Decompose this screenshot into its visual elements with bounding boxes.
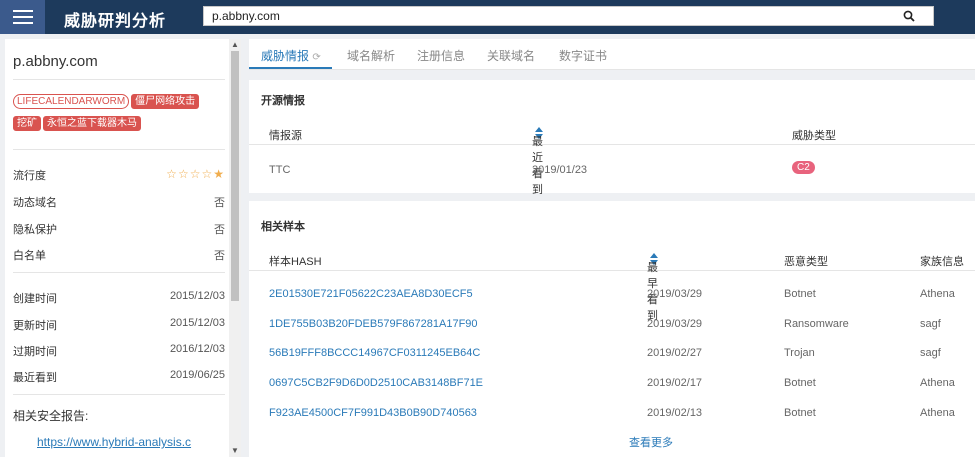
col-source: 情报源	[269, 130, 302, 142]
active-tab-indicator	[249, 67, 332, 69]
star-empty-icon: ☆	[201, 167, 214, 181]
cell-family: Athena	[920, 377, 955, 389]
tab-threat-intel[interactable]: 威胁情报 ⟳	[261, 47, 321, 64]
refresh-icon: ⟳	[312, 52, 321, 63]
hash-link[interactable]: 1DE755B03B20FDEB579F867281A17F90	[269, 318, 478, 330]
menu-icon[interactable]	[0, 0, 45, 34]
tag-lifecalendarworm: LIFECALENDARWORM	[13, 94, 130, 109]
cell-first-seen: 2019/02/27	[647, 347, 703, 359]
attr-dynamic-dns: 动态域名 否	[13, 194, 225, 210]
open-intel-section: 开源情报 情报源 最近看到 威胁类型 TTC 2019/01/23 C2	[249, 80, 975, 196]
hash-link[interactable]: 2E01530E721F05622C23AEA8D30ECF5	[269, 288, 473, 300]
table-header: 情报源 最近看到 威胁类型	[249, 121, 975, 196]
tab-certificates[interactable]: 数字证书	[559, 47, 607, 64]
attr-value: 否	[214, 197, 225, 209]
divider	[13, 149, 225, 150]
tab-related-domains[interactable]: 关联域名	[487, 47, 535, 64]
view-more-link[interactable]: 查看更多	[629, 434, 673, 450]
cell-family: sagf	[920, 347, 941, 359]
date-expires: 过期时间 2016/12/03	[13, 343, 225, 359]
date-label: 过期时间	[13, 346, 57, 358]
scroll-down-icon[interactable]: ▼	[231, 446, 239, 456]
attr-whitelist: 白名单 否	[13, 247, 225, 263]
attr-label: 隐私保护	[13, 224, 57, 236]
date-label: 更新时间	[13, 320, 57, 332]
section-title: 相关样本	[261, 221, 305, 233]
cell-family: sagf	[920, 318, 941, 330]
hash-link[interactable]: 56B19FFF8BCCC14967CF0311245EB64C	[269, 347, 480, 359]
attr-label: 白名单	[13, 250, 46, 262]
top-bar: 威胁研判分析	[0, 0, 975, 34]
col-threat-type: 威胁类型	[792, 130, 836, 142]
cell-first-seen: 2019/02/17	[647, 377, 703, 389]
divider	[13, 79, 225, 80]
attr-label: 动态域名	[13, 197, 57, 209]
cell-type: Ransomware	[784, 318, 849, 330]
cell-type: Botnet	[784, 377, 816, 389]
domain-title: p.abbny.com	[13, 53, 98, 70]
date-created: 创建时间 2015/12/03	[13, 290, 225, 306]
search-icon[interactable]	[903, 10, 915, 22]
tab-dns[interactable]: 域名解析	[347, 47, 395, 64]
divider	[13, 272, 225, 273]
tag-mining: 挖矿	[13, 116, 41, 131]
date-value: 2016/12/03	[169, 343, 225, 355]
date-updated: 更新时间 2015/12/03	[13, 317, 225, 333]
cell-source: TTC	[269, 164, 291, 176]
cell-first-seen: 2019/02/13	[647, 407, 703, 419]
star-empty-icon: ☆	[166, 167, 178, 181]
cell-last-seen: 2019/01/23	[532, 164, 588, 176]
scrollbar[interactable]: ▲ ▼	[229, 39, 241, 457]
threat-badge: C2	[792, 161, 815, 174]
app-title: 威胁研判分析	[64, 13, 167, 30]
col-last-seen[interactable]: 最近看到	[532, 127, 543, 196]
date-value: 2019/06/25	[169, 369, 225, 381]
tag-eternalblue-downloader: 永恒之蓝下载器木马	[43, 116, 141, 131]
col-first-seen[interactable]: 最早看到	[647, 253, 658, 322]
col-hash: 样本HASH	[269, 256, 322, 268]
tab-bar: 威胁情报 ⟳ 域名解析 注册信息 关联域名 数字证书	[249, 39, 975, 70]
related-samples-section: 相关样本 样本HASH 最早看到 恶意类型 家族信息 2E01530E721F0…	[249, 201, 975, 457]
attr-value: 否	[214, 250, 225, 262]
hash-link[interactable]: F923AE4500CF7F991D43B0B90D740563	[269, 407, 477, 419]
cell-type: Trojan	[784, 347, 815, 359]
tab-label: 威胁情报	[261, 49, 310, 63]
star-empty-icon: ☆	[189, 167, 202, 181]
scroll-thumb[interactable]	[231, 51, 239, 301]
search-input[interactable]	[204, 7, 894, 25]
star-empty-icon: ☆	[177, 167, 190, 181]
popularity-stars: ☆☆☆☆★	[166, 167, 225, 181]
cell-type: Botnet	[784, 407, 816, 419]
hash-link[interactable]: 0697C5CB2F9D6D0D2510CAB3148BF71E	[269, 377, 483, 389]
cell-first-seen: 2019/03/29	[647, 288, 703, 300]
scroll-up-icon[interactable]: ▲	[231, 40, 239, 50]
cell-family: Athena	[920, 407, 955, 419]
attr-label: 流行度	[13, 170, 46, 182]
attr-value: 否	[214, 224, 225, 236]
col-family: 家族信息	[920, 256, 964, 268]
table-header: 样本HASH 最早看到 恶意类型 家族信息	[249, 247, 975, 322]
col-malware-type: 恶意类型	[784, 256, 828, 268]
star-filled-icon: ★	[213, 167, 225, 181]
domain-summary-panel: p.abbny.com LIFECALENDARWORM 僵尸网络攻击挖矿 永恒之蓝…	[5, 39, 241, 457]
report-link[interactable]: https://www.hybrid-analysis.c	[37, 435, 191, 449]
divider	[13, 394, 225, 395]
tab-whois[interactable]: 注册信息	[417, 47, 465, 64]
date-label: 最近看到	[13, 372, 57, 384]
cell-family: Athena	[920, 288, 955, 300]
attr-popularity: 流行度 ☆☆☆☆★	[13, 167, 225, 183]
cell-type: Botnet	[784, 288, 816, 300]
reports-title: 相关安全报告:	[13, 409, 89, 423]
search-box[interactable]	[203, 6, 934, 26]
date-value: 2015/12/03	[169, 290, 225, 302]
section-title: 开源情报	[261, 95, 305, 107]
date-value: 2015/12/03	[169, 317, 225, 329]
tag-list: LIFECALENDARWORM 僵尸网络攻击挖矿 永恒之蓝下载器木马	[13, 91, 225, 135]
tag-botnet-attack: 僵尸网络攻击	[131, 94, 200, 109]
attr-privacy: 隐私保护 否	[13, 221, 225, 237]
cell-first-seen: 2019/03/29	[647, 318, 703, 330]
date-last-seen: 最近看到 2019/06/25	[13, 369, 225, 385]
date-label: 创建时间	[13, 293, 57, 305]
